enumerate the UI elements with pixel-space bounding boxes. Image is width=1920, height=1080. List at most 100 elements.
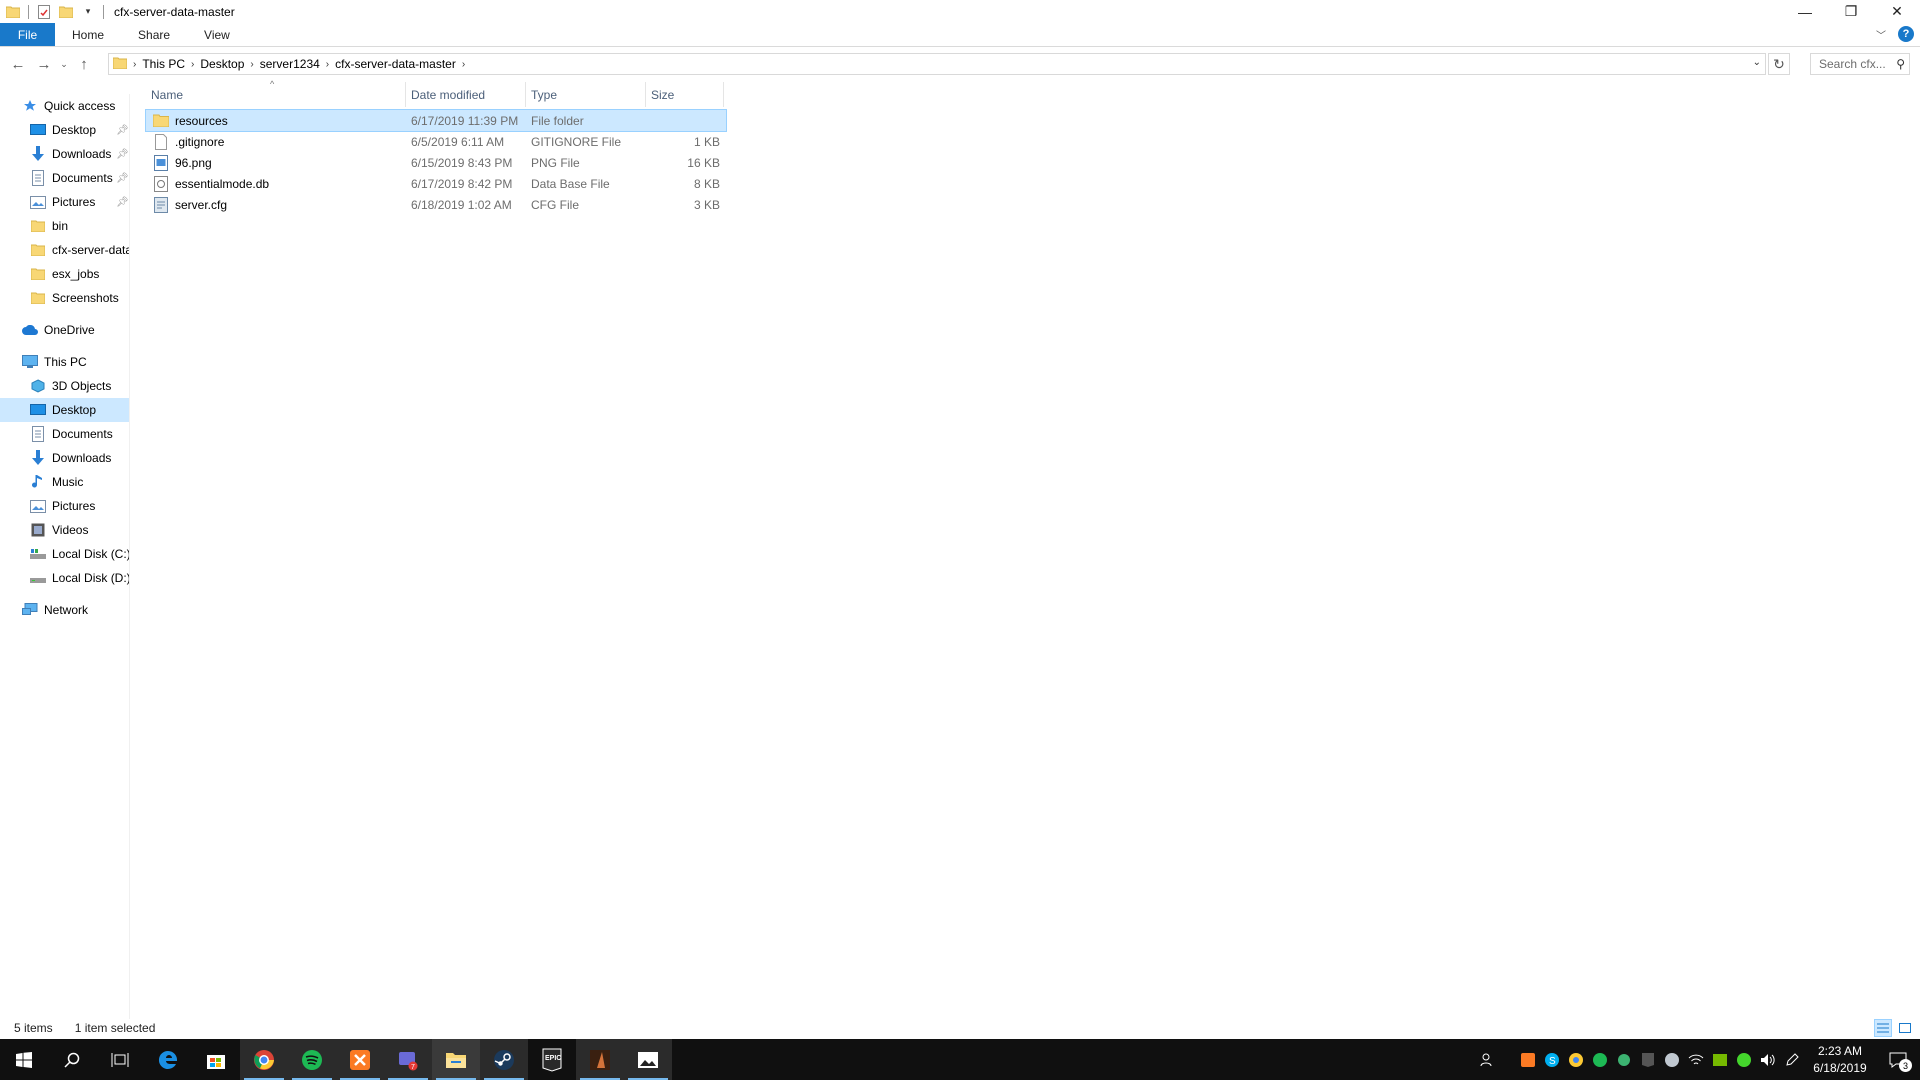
refresh-button[interactable]: ↻ xyxy=(1768,53,1790,75)
star-icon xyxy=(22,98,38,114)
nav-quick-cfx-server-data[interactable]: cfx-server-data xyxy=(0,238,129,262)
spotify-tray-icon[interactable] xyxy=(1588,1039,1612,1080)
nav-label: cfx-server-data xyxy=(52,243,129,257)
nav-quick-esx-jobs[interactable]: esx_jobs xyxy=(0,262,129,286)
file-name-cell: resources xyxy=(146,110,406,131)
wifi-icon[interactable] xyxy=(1684,1039,1708,1080)
cube-icon xyxy=(30,378,46,394)
nav-label: Local Disk (C:) xyxy=(52,547,129,561)
nav-3d-objects[interactable]: 3D Objects xyxy=(0,374,129,398)
chrome-tray-icon[interactable] xyxy=(1564,1039,1588,1080)
nav-quick-screenshots[interactable]: Screenshots xyxy=(0,286,129,310)
nav-label: Desktop xyxy=(52,123,97,137)
up-button[interactable]: ↑ xyxy=(71,51,97,77)
chevron-down-icon[interactable]: ▾ xyxy=(80,4,96,20)
search-icon[interactable] xyxy=(48,1039,96,1080)
folder-icon xyxy=(30,218,46,234)
nav-label: OneDrive xyxy=(44,323,95,337)
nav-this-pc[interactable]: This PC xyxy=(0,350,129,374)
tab-home[interactable]: Home xyxy=(55,23,121,46)
nav-label: Screenshots xyxy=(52,291,119,305)
steam-tray-icon[interactable] xyxy=(1660,1039,1684,1080)
pin-icon: 📌︎ xyxy=(116,148,129,160)
breadcrumb-this-pc[interactable]: This PC xyxy=(136,57,191,71)
help-icon[interactable]: ? xyxy=(1898,26,1914,42)
details-view-icon[interactable] xyxy=(1874,1019,1892,1037)
file-row-essentialmode-db[interactable]: essentialmode.db 6/17/2019 8:42 PM Data … xyxy=(146,173,726,194)
show-hidden-icons[interactable] xyxy=(1500,1039,1516,1080)
pen-icon[interactable] xyxy=(1780,1039,1804,1080)
column-date-modified[interactable]: Date modified xyxy=(406,82,526,107)
address-dropdown-icon[interactable]: ⌄ xyxy=(1753,57,1761,68)
tab-file[interactable]: File xyxy=(0,23,55,46)
file-row-server-cfg[interactable]: server.cfg 6/18/2019 1:02 AM CFG File 3 … xyxy=(146,194,726,215)
nav-documents[interactable]: Documents xyxy=(0,422,129,446)
large-icons-view-icon[interactable] xyxy=(1896,1019,1914,1037)
breadcrumb-server1234[interactable]: server1234 xyxy=(254,57,326,71)
nav-local-disk-d[interactable]: Local Disk (D:) xyxy=(0,566,129,590)
column-name[interactable]: Name xyxy=(146,82,406,107)
nav-music[interactable]: Music xyxy=(0,470,129,494)
people-icon[interactable] xyxy=(1476,1039,1500,1080)
chevron-right-icon[interactable]: › xyxy=(462,59,465,70)
nav-pictures[interactable]: Pictures xyxy=(0,494,129,518)
close-button[interactable]: ✕ xyxy=(1874,0,1920,23)
razer-tray-icon[interactable] xyxy=(1732,1039,1756,1080)
nav-network[interactable]: Network xyxy=(0,598,129,622)
action-center-icon[interactable]: 3 xyxy=(1876,1039,1920,1080)
tab-view[interactable]: View xyxy=(187,23,247,46)
task-view-icon[interactable] xyxy=(96,1039,144,1080)
photos-icon[interactable] xyxy=(624,1039,672,1080)
column-type[interactable]: Type xyxy=(526,82,646,107)
nav-label: Pictures xyxy=(52,195,96,209)
recent-locations-button[interactable]: ⌄ xyxy=(57,51,71,77)
game-icon[interactable] xyxy=(576,1039,624,1080)
nav-quick-documents[interactable]: Documents 📌︎ xyxy=(0,166,129,190)
steam-icon[interactable] xyxy=(480,1039,528,1080)
file-explorer-icon[interactable] xyxy=(432,1039,480,1080)
spotify-icon[interactable] xyxy=(288,1039,336,1080)
nav-quick-desktop[interactable]: Desktop 📌︎ xyxy=(0,118,129,142)
properties-icon[interactable] xyxy=(36,4,52,20)
file-row-gitignore[interactable]: .gitignore 6/5/2019 6:11 AM GITIGNORE Fi… xyxy=(146,131,726,152)
nav-quick-downloads[interactable]: Downloads 📌︎ xyxy=(0,142,129,166)
breadcrumb-cfx-server-data-master[interactable]: cfx-server-data-master xyxy=(329,57,462,71)
tab-share[interactable]: Share xyxy=(121,23,187,46)
address-bar[interactable]: › This PC › Desktop › server1234 › cfx-s… xyxy=(108,53,1766,75)
file-row-96-png[interactable]: 96.png 6/15/2019 8:43 PM PNG File 16 KB xyxy=(146,152,726,173)
chat-app-icon[interactable]: 7 xyxy=(384,1039,432,1080)
maximize-button[interactable]: ❐ xyxy=(1828,0,1874,23)
volume-icon[interactable] xyxy=(1756,1039,1780,1080)
nav-local-disk-c[interactable]: Local Disk (C:) xyxy=(0,542,129,566)
file-name: 96.png xyxy=(175,155,212,170)
new-folder-icon[interactable] xyxy=(58,4,74,20)
nav-onedrive[interactable]: OneDrive xyxy=(0,318,129,342)
taskbar-clock[interactable]: 2:23 AM 6/18/2019 xyxy=(1804,1043,1876,1077)
nvidia-tray-icon[interactable] xyxy=(1708,1039,1732,1080)
start-button[interactable] xyxy=(0,1039,48,1080)
nav-desktop[interactable]: Desktop xyxy=(0,398,129,422)
forward-button[interactable]: → xyxy=(31,51,57,77)
nav-quick-bin[interactable]: bin xyxy=(0,214,129,238)
epic-tray-icon[interactable] xyxy=(1636,1039,1660,1080)
nav-quick-access[interactable]: Quick access xyxy=(0,94,129,118)
edge-icon[interactable] xyxy=(144,1039,192,1080)
breadcrumb-desktop[interactable]: Desktop xyxy=(194,57,250,71)
skype-tray-icon[interactable]: S xyxy=(1540,1039,1564,1080)
minimize-button[interactable]: — xyxy=(1782,0,1828,23)
search-input[interactable]: Search cfx... ⚲ xyxy=(1810,53,1910,75)
column-size[interactable]: Size xyxy=(646,82,724,107)
epic-games-icon[interactable]: EPIC xyxy=(528,1039,576,1080)
xampp-icon[interactable] xyxy=(336,1039,384,1080)
nav-downloads[interactable]: Downloads xyxy=(0,446,129,470)
chrome-icon[interactable] xyxy=(240,1039,288,1080)
folder-icon xyxy=(30,266,46,282)
green-app-tray-icon[interactable] xyxy=(1612,1039,1636,1080)
expand-ribbon-icon[interactable]: ﹀ xyxy=(1876,27,1886,42)
nav-videos[interactable]: Videos xyxy=(0,518,129,542)
file-row-resources[interactable]: resources 6/17/2019 11:39 PM File folder xyxy=(145,109,727,132)
back-button[interactable]: ← xyxy=(5,51,31,77)
nav-quick-pictures[interactable]: Pictures 📌︎ xyxy=(0,190,129,214)
xampp-tray-icon[interactable] xyxy=(1516,1039,1540,1080)
store-icon[interactable] xyxy=(192,1039,240,1080)
